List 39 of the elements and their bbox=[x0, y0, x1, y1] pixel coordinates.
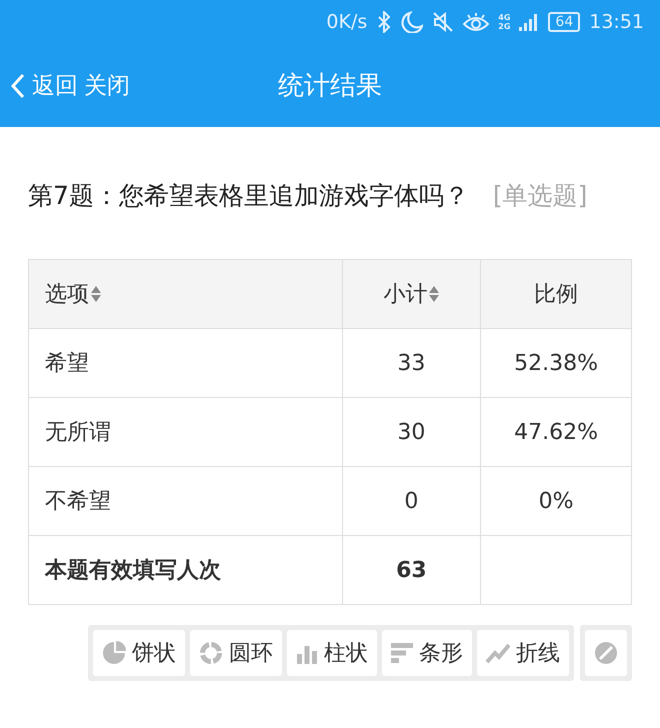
table-cell: 不希望 bbox=[28, 466, 342, 536]
network-speed: 0K/s bbox=[326, 11, 368, 33]
chart-type-button[interactable]: 折线 bbox=[477, 630, 569, 676]
table-cell: 希望 bbox=[28, 328, 342, 398]
hide-chart-button[interactable] bbox=[585, 630, 627, 676]
table-cell: 0 bbox=[342, 466, 481, 536]
ring-chart-icon bbox=[199, 641, 223, 665]
eye-icon bbox=[463, 11, 490, 33]
table-cell: 63 bbox=[342, 536, 481, 604]
question-text: 第7题：您希望表格里追加游戏字体吗？ [单选题] bbox=[28, 180, 588, 212]
pie-chart-icon bbox=[102, 641, 126, 665]
line-chart-icon bbox=[486, 642, 510, 664]
battery-level: 64 bbox=[548, 12, 580, 32]
column-header[interactable]: 选项 bbox=[28, 260, 342, 328]
moon-icon bbox=[401, 11, 424, 33]
sort-icon bbox=[91, 286, 101, 302]
disabled-icon bbox=[594, 641, 618, 665]
column-header: 比例 bbox=[480, 260, 632, 328]
bluetooth-icon bbox=[376, 11, 392, 33]
signal-icon bbox=[519, 12, 540, 32]
table-cell: 30 bbox=[342, 398, 481, 466]
clock: 13:51 bbox=[589, 11, 644, 33]
bar-chart-icon bbox=[391, 642, 413, 664]
chart-type-button[interactable]: 圆环 bbox=[190, 630, 282, 676]
table-cell: 0% bbox=[480, 466, 632, 536]
network-type: 4G 2G bbox=[498, 13, 510, 31]
table-cell: 47.62% bbox=[480, 398, 632, 466]
chart-type-button[interactable]: 条形 bbox=[382, 630, 472, 676]
table-cell: 本题有效填写人次 bbox=[28, 536, 342, 604]
table-cell: 52.38% bbox=[480, 328, 632, 398]
back-icon bbox=[10, 72, 26, 98]
chart-type-button[interactable]: 柱状 bbox=[287, 630, 377, 676]
mute-icon bbox=[432, 11, 454, 33]
chart-type-button[interactable]: 饼状 bbox=[93, 630, 185, 676]
table-cell: 33 bbox=[342, 328, 481, 398]
page-title: 统计结果 bbox=[278, 70, 382, 103]
sort-icon bbox=[429, 286, 440, 302]
column-header[interactable]: 小计 bbox=[342, 260, 481, 328]
table-cell: 无所谓 bbox=[28, 398, 342, 466]
